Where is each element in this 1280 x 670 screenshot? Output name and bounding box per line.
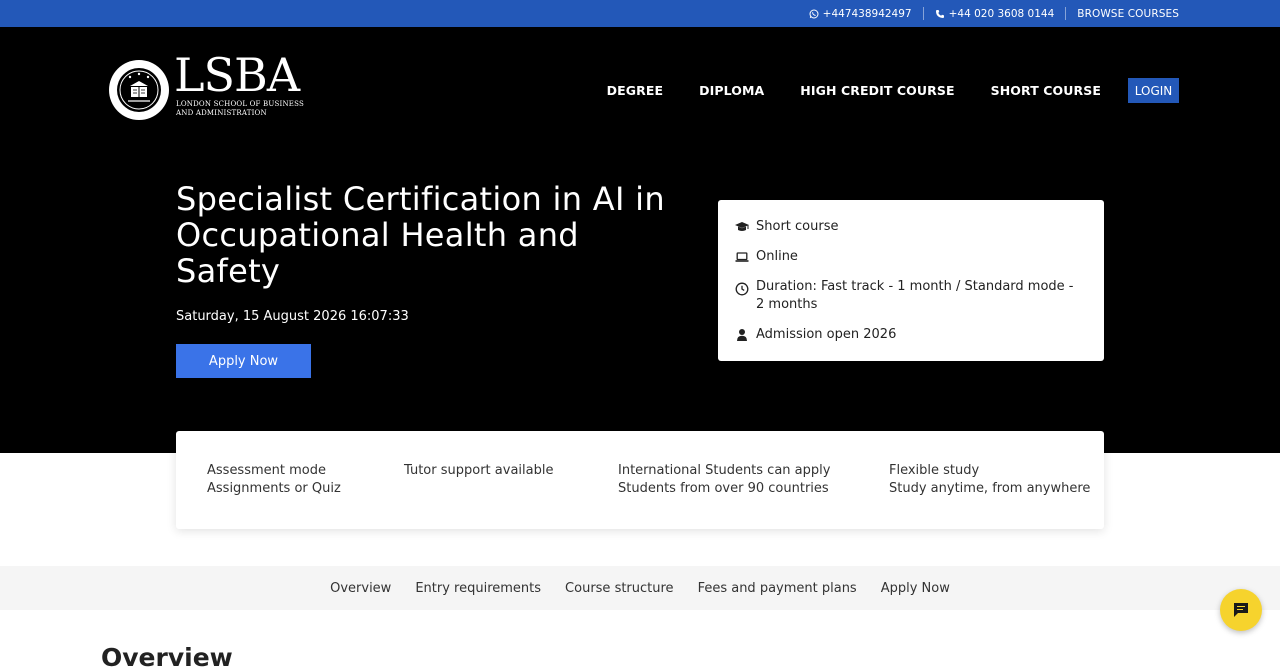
tab-overview[interactable]: Overview bbox=[330, 581, 391, 596]
seal-icon bbox=[109, 60, 169, 120]
logo-subtitle-line: LONDON SCHOOL OF BUSINESS bbox=[176, 100, 304, 108]
admission-text: Admission open 2026 bbox=[756, 327, 897, 342]
course-info-card: Short course Online Duration: Fast track… bbox=[718, 200, 1104, 361]
course-title: Specialist Certification in AI in Occupa… bbox=[176, 180, 665, 290]
tab-apply-now[interactable]: Apply Now bbox=[881, 581, 950, 596]
info-admission: Admission open 2026 bbox=[718, 326, 1104, 344]
hero-section: LSBA LONDON SCHOOL OF BUSINESS AND ADMIN… bbox=[0, 27, 1280, 453]
features-card: Assessment mode Assignments or Quiz Tuto… bbox=[176, 431, 1104, 529]
phone-number: +44 020 3608 0144 bbox=[948, 7, 1055, 20]
mode-text: Online bbox=[756, 249, 798, 264]
feature-detail: Study anytime, from anywhere bbox=[889, 481, 1091, 496]
login-button[interactable]: LOGIN bbox=[1128, 78, 1179, 103]
section-tabs: Overview Entry requirements Course struc… bbox=[0, 566, 1280, 610]
user-icon bbox=[737, 329, 747, 341]
graduation-cap-icon bbox=[735, 222, 749, 231]
nav-short-course[interactable]: SHORT COURSE bbox=[991, 83, 1101, 98]
tab-course-structure[interactable]: Course structure bbox=[565, 581, 674, 596]
whatsapp-icon bbox=[809, 9, 819, 18]
logo-subtitle: LONDON SCHOOL OF BUSINESS AND ADMINISTRA… bbox=[176, 100, 304, 118]
clock-icon bbox=[735, 282, 749, 296]
feature-assessment: Assessment mode Assignments or Quiz bbox=[207, 462, 341, 498]
tab-fees-and-payment[interactable]: Fees and payment plans bbox=[698, 581, 857, 596]
feature-title: Tutor support available bbox=[404, 463, 554, 478]
top-bar-contacts: +447438942497 +44 020 3608 0144 BROWSE C… bbox=[798, 0, 1179, 27]
tab-entry-requirements[interactable]: Entry requirements bbox=[415, 581, 541, 596]
feature-flexible-study: Flexible study Study anytime, from anywh… bbox=[889, 462, 1090, 498]
browse-courses-link[interactable]: BROWSE COURSES bbox=[1066, 8, 1179, 20]
feature-detail: Assignments or Quiz bbox=[207, 481, 341, 496]
lsba-logo[interactable]: LSBA LONDON SCHOOL OF BUSINESS AND ADMIN… bbox=[108, 52, 308, 120]
whatsapp-link[interactable]: +447438942497 bbox=[798, 8, 923, 20]
feature-title: Flexible study bbox=[889, 463, 980, 478]
current-datetime: Saturday, 15 August 2026 16:07:33 bbox=[176, 309, 409, 324]
chat-button[interactable] bbox=[1220, 589, 1262, 631]
logo-wordmark: LSBA bbox=[174, 48, 300, 102]
apply-now-button[interactable]: Apply Now bbox=[176, 344, 311, 378]
whatsapp-number: +447438942497 bbox=[822, 7, 912, 20]
feature-title: International Students can apply bbox=[618, 463, 831, 478]
chat-bubble-icon bbox=[1234, 603, 1248, 617]
phone-link[interactable]: +44 020 3608 0144 bbox=[924, 8, 1066, 20]
overview-heading: Overview bbox=[101, 643, 233, 670]
feature-tutor-support: Tutor support available bbox=[404, 462, 553, 480]
nav-high-credit-course[interactable]: HIGH CREDIT COURSE bbox=[800, 83, 954, 98]
logo-subtitle-line: AND ADMINISTRATION bbox=[176, 109, 267, 117]
info-mode: Online bbox=[718, 248, 1104, 266]
nav-degree[interactable]: DEGREE bbox=[607, 83, 663, 98]
course-type-text: Short course bbox=[756, 219, 839, 234]
phone-icon bbox=[935, 9, 944, 18]
info-course-type: Short course bbox=[718, 218, 1104, 236]
info-duration: Duration: Fast track - 1 month / Standar… bbox=[718, 278, 1104, 314]
duration-text: Duration: Fast track - 1 month / Standar… bbox=[756, 279, 1074, 312]
top-bar: +447438942497 +44 020 3608 0144 BROWSE C… bbox=[0, 0, 1280, 27]
feature-title: Assessment mode bbox=[207, 463, 326, 478]
laptop-icon bbox=[735, 252, 749, 262]
nav-diploma[interactable]: DIPLOMA bbox=[699, 83, 764, 98]
main-nav: DEGREE DIPLOMA HIGH CREDIT COURSE SHORT … bbox=[571, 78, 1179, 103]
feature-detail: Students from over 90 countries bbox=[618, 481, 829, 496]
feature-international: International Students can apply Student… bbox=[618, 462, 830, 498]
